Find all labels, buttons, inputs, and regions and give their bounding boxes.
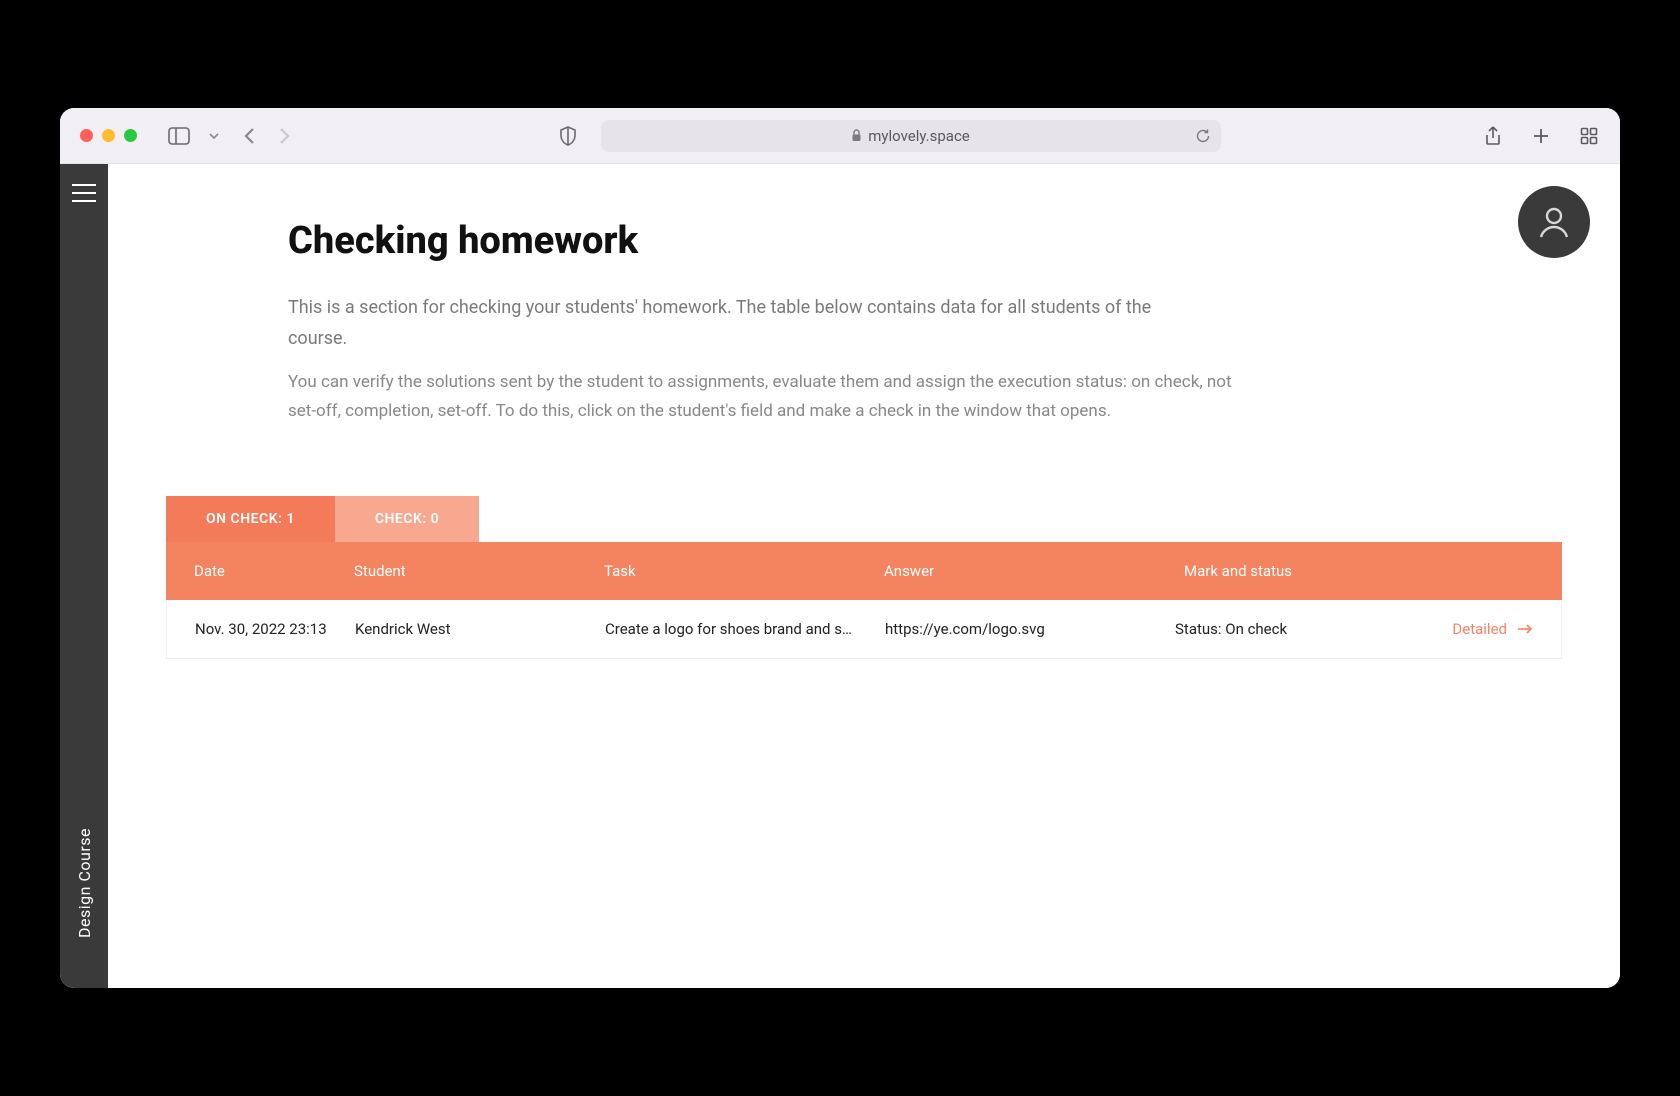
- share-icon[interactable]: [1482, 125, 1504, 147]
- reload-icon[interactable]: [1195, 128, 1211, 144]
- new-tab-icon[interactable]: [1530, 125, 1552, 147]
- cell-task: Create a logo for shoes brand and s…: [605, 620, 885, 638]
- main-content: Checking homework This is a section for …: [108, 164, 1620, 988]
- browser-window: mylovely.space Design Course: [60, 108, 1620, 988]
- minimize-window-button[interactable]: [102, 129, 115, 142]
- col-header-task: Task: [604, 562, 884, 580]
- traffic-lights: [80, 129, 137, 142]
- url-bar[interactable]: mylovely.space: [601, 120, 1221, 152]
- page-description-2: You can verify the solutions sent by the…: [288, 368, 1238, 426]
- url-text: mylovely.space: [868, 127, 970, 145]
- page-description-1: This is a section for checking your stud…: [288, 293, 1188, 354]
- page-header: Checking homework This is a section for …: [108, 219, 1620, 426]
- cell-answer: https://ye.com/logo.svg: [885, 620, 1175, 638]
- maximize-window-button[interactable]: [124, 129, 137, 142]
- cell-student: Kendrick West: [355, 620, 605, 638]
- detailed-link[interactable]: Detailed: [1452, 620, 1533, 638]
- detailed-label: Detailed: [1452, 620, 1507, 638]
- avatar[interactable]: [1518, 186, 1590, 258]
- forward-button[interactable]: [275, 124, 293, 148]
- sidebar-course-label[interactable]: Design Course: [75, 828, 94, 938]
- cell-status: Status: On check: [1175, 620, 1415, 638]
- col-header-answer: Answer: [884, 562, 1174, 580]
- col-header-date: Date: [194, 562, 354, 580]
- browser-toolbar: mylovely.space: [60, 108, 1620, 164]
- col-header-student: Student: [354, 562, 604, 580]
- table-header: Date Student Task Answer Mark and status: [166, 542, 1562, 600]
- col-header-mark: Mark and status: [1174, 562, 1534, 580]
- content-area: Design Course Checking homework This is …: [60, 164, 1620, 988]
- arrow-right-icon: [1517, 623, 1533, 635]
- toolbar-right: [1482, 125, 1600, 147]
- tab-check[interactable]: CHECK: 0: [335, 496, 479, 542]
- tabs: ON CHECK: 1 CHECK: 0: [108, 496, 1620, 542]
- left-sidebar: Design Course: [60, 164, 108, 988]
- shield-icon[interactable]: [555, 126, 581, 146]
- tabs-overview-icon[interactable]: [1578, 125, 1600, 147]
- nav-arrows: [241, 124, 293, 148]
- back-button[interactable]: [241, 124, 259, 148]
- homework-table: Date Student Task Answer Mark and status…: [166, 542, 1562, 659]
- chevron-down-icon[interactable]: [205, 124, 223, 148]
- lock-icon: [851, 129, 862, 142]
- close-window-button[interactable]: [80, 129, 93, 142]
- tab-on-check[interactable]: ON CHECK: 1: [166, 496, 335, 542]
- table-row[interactable]: Nov. 30, 2022 23:13 Kendrick West Create…: [166, 600, 1562, 659]
- sidebar-toggle-icon[interactable]: [163, 123, 195, 149]
- page-title: Checking homework: [288, 219, 1440, 263]
- hamburger-icon[interactable]: [70, 182, 98, 208]
- cell-date: Nov. 30, 2022 23:13: [195, 620, 355, 638]
